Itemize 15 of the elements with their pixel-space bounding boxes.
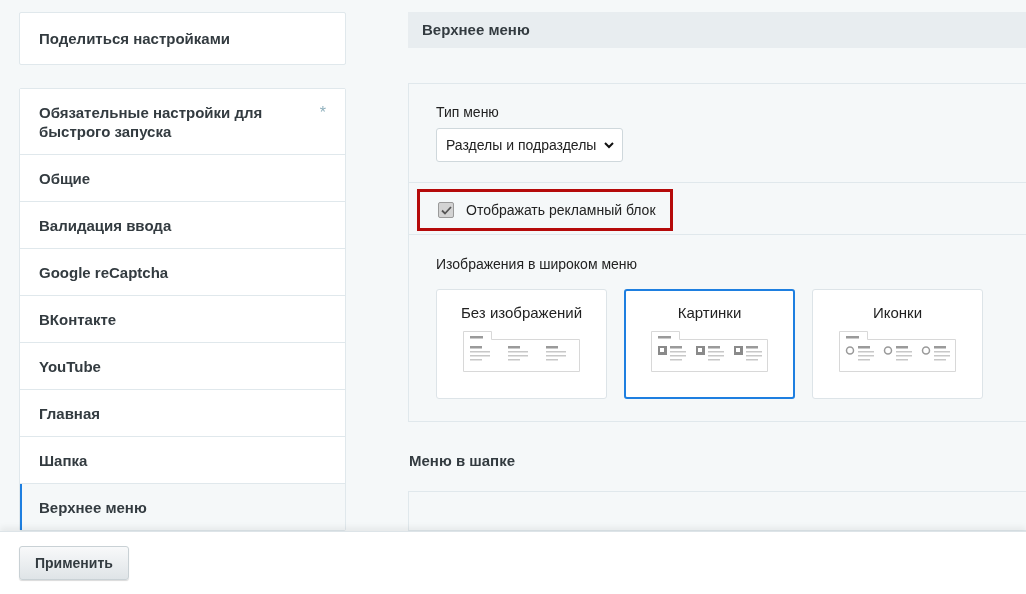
field-label: Изображения в широком меню [436, 256, 639, 272]
checkbox[interactable] [438, 202, 454, 218]
image-option-card[interactable]: Без изображений [436, 289, 607, 399]
image-option-card[interactable]: Картинки [624, 289, 795, 399]
image-option-card[interactable]: Иконки [812, 289, 983, 399]
checkbox-label: Отображать рекламный блок [466, 202, 656, 218]
share-settings-link[interactable]: Поделиться настройками [19, 12, 346, 65]
chevron-down-icon [604, 141, 615, 149]
sidebar-item[interactable]: Верхнее меню [20, 483, 345, 530]
required-mark: * [319, 103, 326, 122]
section-title: Меню в шапке [409, 452, 517, 469]
section-header: Верхнее меню [408, 12, 1026, 48]
apply-button[interactable]: Применить [19, 546, 129, 581]
field-label: Тип меню [436, 104, 500, 120]
menu-type-select[interactable]: Разделы и подразделы [436, 128, 624, 162]
